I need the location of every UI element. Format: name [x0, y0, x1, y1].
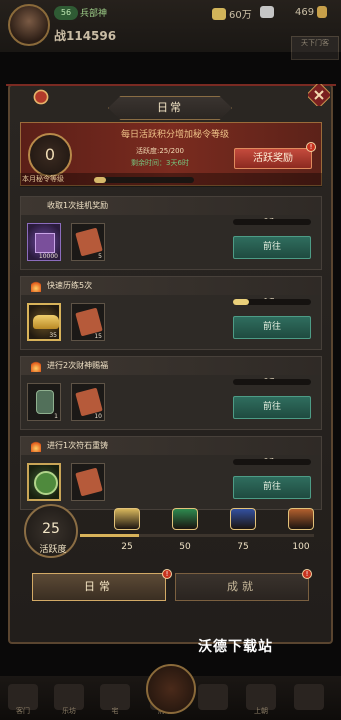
flame-icon — [31, 360, 41, 372]
resource-ingots[interactable]: 469 — [295, 6, 328, 18]
task-progress-bar — [233, 379, 311, 385]
nav-item-icon[interactable] — [294, 684, 324, 710]
milestone-label: 100 — [292, 542, 310, 552]
milestone-label: 25 — [121, 542, 133, 552]
item-quantity: 15 — [94, 333, 102, 340]
task-card: 快速历练5次35151/5前往 — [20, 276, 322, 350]
player-name: 兵部神 — [80, 9, 108, 19]
banner-countdown: 剩余时间：3天6时 — [131, 159, 189, 167]
ingot-icon — [317, 6, 328, 18]
player-level-badge: 56 — [54, 6, 78, 20]
month-level-bar — [94, 177, 194, 183]
nav-item-label: 上朝 — [254, 707, 268, 715]
resource-silver[interactable] — [260, 6, 274, 18]
gold-ingot-icon[interactable]: 35 — [27, 303, 61, 341]
item-quantity: 10000 — [38, 253, 58, 260]
reward-chest-icon[interactable] — [114, 508, 140, 530]
task-title: 快速历练5次 — [47, 281, 93, 290]
tab-daily[interactable]: 日常 — [32, 573, 166, 601]
ticket-icon[interactable]: 15 — [71, 303, 105, 341]
player-avatar[interactable] — [8, 4, 50, 46]
tab-daily-badge: ! — [162, 569, 172, 579]
activity-fill — [80, 534, 139, 537]
ticket-icon[interactable]: 5 — [71, 223, 105, 261]
item-quantity: 5 — [98, 253, 102, 260]
month-level-label: 本月秘令等级 — [22, 175, 64, 183]
task-card: 收取1次挂机奖励1000050/1前往 — [20, 196, 322, 270]
nav-item-label: 宅 — [111, 707, 119, 715]
ticket-icon[interactable]: 10 — [71, 383, 105, 421]
milestone-label: 50 — [179, 542, 191, 552]
task-card: 进行1次符石重铸0/1前往 — [20, 436, 322, 510]
player-power: 战114596 — [54, 29, 117, 43]
ticket-icon[interactable] — [71, 463, 105, 501]
tab-achievement[interactable]: 成就 — [175, 573, 309, 601]
silver-icon — [260, 6, 274, 18]
resource-coins[interactable]: 60万 — [212, 6, 252, 21]
task-go-button[interactable]: 前往 — [233, 396, 311, 419]
jade-disc-icon[interactable] — [27, 463, 61, 501]
item-quantity: 10 — [94, 413, 102, 420]
top-status-bar: 56 兵部神 战114596 60万 469 天下门客 — [0, 0, 341, 60]
activity-value: 25 — [42, 521, 60, 537]
item-quantity: 35 — [49, 332, 57, 339]
close-icon[interactable] — [308, 84, 330, 106]
reward-chest-icon[interactable] — [230, 508, 256, 530]
task-go-button[interactable]: 前往 — [233, 316, 311, 339]
task-card: 进行2次财神赐福1100/2前往 — [20, 356, 322, 430]
nav-item-icon[interactable] — [198, 684, 228, 710]
reward-chest-icon[interactable] — [288, 508, 314, 530]
task-title: 进行1次符石重铸 — [47, 441, 109, 450]
task-progress-fill — [233, 299, 249, 305]
rope-decoration — [6, 84, 336, 86]
nav-item-label: 乐坊 — [62, 707, 76, 715]
reward-chest-icon[interactable] — [172, 508, 198, 530]
milestone-label: 75 — [237, 542, 249, 552]
nav-item-label: 客门 — [16, 707, 30, 715]
activity-reward-button[interactable]: 活跃奖励 — [234, 148, 312, 169]
flame-icon — [31, 280, 41, 292]
panel-title: 日常 — [108, 96, 232, 120]
jade-token-icon[interactable]: 1 — [27, 383, 61, 421]
banner-progress-text: 活跃度:25/200 — [136, 147, 184, 155]
item-quantity: 1 — [54, 413, 58, 420]
month-level-fill — [94, 177, 106, 183]
reward-notify-badge: ! — [306, 142, 316, 152]
task-title: 进行2次财神赐福 — [47, 361, 109, 370]
activity-label: 活跃度 — [39, 545, 67, 555]
center-nav-button[interactable] — [146, 664, 196, 714]
task-progress-bar — [233, 219, 311, 225]
task-go-button[interactable]: 前往 — [233, 476, 311, 499]
tab-achievement-badge: ! — [302, 569, 312, 579]
task-title: 收取1次挂机奖励 — [47, 201, 109, 210]
task-progress-bar — [233, 459, 311, 465]
flame-icon — [31, 440, 41, 452]
banner-headline: 每日活跃积分增加秘令等级 — [120, 130, 229, 140]
knot-icon — [33, 89, 49, 105]
coin-icon — [212, 7, 226, 20]
watermark: 沃德下载站 — [198, 639, 273, 655]
secret-order-token: 0 — [28, 133, 72, 177]
scroll-card-icon[interactable]: 10000 — [27, 223, 61, 261]
task-go-button[interactable]: 前往 — [233, 236, 311, 259]
task-progress-bar — [233, 299, 311, 305]
